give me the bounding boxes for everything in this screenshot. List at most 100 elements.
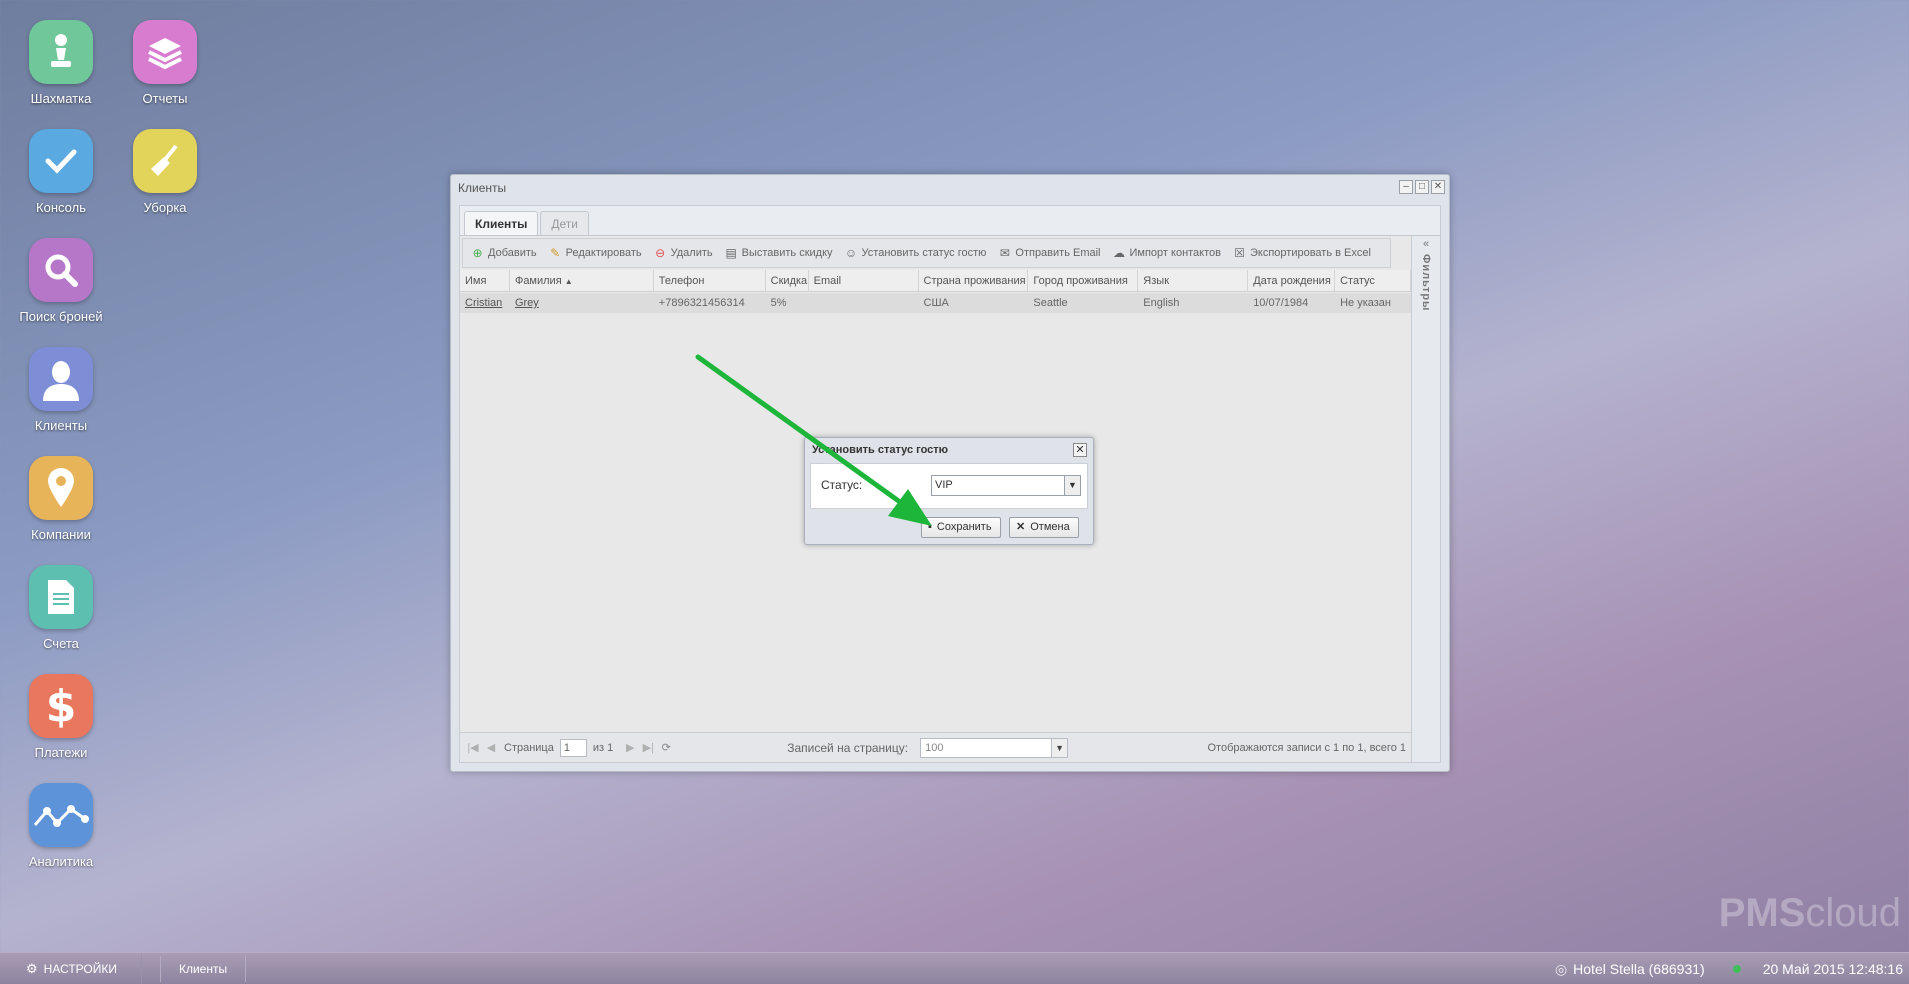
checkmark-icon <box>29 129 93 193</box>
pager: |◀ ◀ Страница 1 из 1 ▶ ▶| ⟳ Записей на с… <box>460 732 1411 762</box>
per-page-label: Записей на страницу: <box>787 740 909 755</box>
window-title: Клиенты <box>458 181 507 195</box>
cancel-button[interactable]: ✕ Отмена <box>1009 517 1079 538</box>
globe-icon: ◎ <box>1554 960 1568 977</box>
export-excel-button[interactable]: ☒ Экспортировать в Excel <box>1233 246 1371 260</box>
maximize-icon[interactable]: □ <box>1415 180 1429 194</box>
desktop-icon-label: Уборка <box>143 200 187 215</box>
desktop-icon-otchety[interactable]: Отчеты <box>105 20 225 106</box>
delete-button[interactable]: ⊖ Удалить <box>654 246 713 260</box>
column-header-city[interactable]: Город проживания <box>1028 270 1139 291</box>
next-page-icon[interactable]: ▶ <box>621 741 639 754</box>
status-select[interactable]: VIP ▼ <box>931 475 1081 496</box>
taskbar-item-clients[interactable]: Клиенты <box>159 955 247 982</box>
desktop-icon-kompanii[interactable]: Компании <box>1 456 121 542</box>
settings-button[interactable]: ⚙ НАСТРОЙКИ <box>0 953 142 984</box>
column-header-email[interactable]: Email <box>809 270 919 291</box>
desktop-icon-scheta[interactable]: Счета <box>1 565 121 651</box>
desktop-icon-klienty[interactable]: Клиенты <box>1 347 121 433</box>
line-chart-icon <box>29 783 93 847</box>
desktop-icon-platezhi[interactable]: $ Платежи <box>1 674 121 760</box>
save-button[interactable]: ▪ Сохранить <box>921 517 1001 538</box>
document-icon <box>29 565 93 629</box>
add-icon: ⊕ <box>472 246 483 260</box>
close-x-icon: ✕ <box>1016 521 1026 533</box>
smiley-icon: ☺ <box>844 246 858 260</box>
hotel-indicator[interactable]: ◎ Hotel Stella (686931) <box>1555 961 1705 978</box>
grid-header: Имя Фамилия ▲ Телефон Скидка Email Стран… <box>460 270 1412 292</box>
add-button[interactable]: ⊕ Добавить <box>471 246 536 260</box>
desktop-icon-label: Консоль <box>36 200 86 215</box>
tab-bar: Клиенты Дети <box>460 206 1440 236</box>
set-status-dialog: Установить статус гостю ✕ Статус: VIP ▼ … <box>804 437 1094 545</box>
gear-icon: ⚙ <box>26 960 38 976</box>
desktop-icon-label: Поиск броней <box>19 309 103 324</box>
books-icon <box>133 20 197 84</box>
chevron-down-icon[interactable]: ▼ <box>1051 738 1068 757</box>
column-header-status[interactable]: Статус <box>1335 270 1412 291</box>
table-row[interactable]: Cristian Grey +7896321456314 5% США Seat… <box>460 293 1411 313</box>
broom-icon <box>133 129 197 193</box>
cell-discount: 5% <box>770 297 787 309</box>
column-header-phone[interactable]: Телефон <box>654 270 766 291</box>
column-header-country[interactable]: Страна проживания <box>919 270 1029 291</box>
import-contacts-button[interactable]: ☁ Импорт контактов <box>1113 246 1221 260</box>
prev-page-icon[interactable]: ◀ <box>482 741 500 754</box>
desktop-icon-shahmatka[interactable]: Шахматка <box>1 20 121 106</box>
column-header-name[interactable]: Имя <box>460 270 510 291</box>
chess-pawn-icon <box>29 20 93 84</box>
cell-status: Не указан <box>1340 297 1391 309</box>
person-icon <box>29 347 93 411</box>
desktop-icon-label: Компании <box>31 527 91 542</box>
page-input[interactable]: 1 <box>559 738 587 757</box>
column-header-surname[interactable]: Фамилия ▲ <box>510 270 654 291</box>
cell-name[interactable]: Cristian <box>460 293 510 313</box>
set-status-button[interactable]: ☺ Установить статус гостю <box>845 246 987 260</box>
edit-button[interactable]: ✎ Редактировать <box>549 246 642 260</box>
tab-children[interactable]: Дети <box>540 211 589 235</box>
save-icon: ▪ <box>928 521 932 533</box>
minus-circle-icon: ⊖ <box>655 246 666 260</box>
pms-cloud-logo: PMScloud <box>1718 891 1901 935</box>
send-email-button[interactable]: ✉ Отправить Email <box>998 246 1101 260</box>
desktop-icon-analitika[interactable]: Аналитика <box>1 783 121 869</box>
close-icon[interactable]: ✕ <box>1073 443 1087 457</box>
status-label: Статус: <box>821 478 863 492</box>
filters-label: Фильтры <box>1420 254 1432 312</box>
cell-phone: +7896321456314 <box>658 297 745 309</box>
window-title-bar[interactable]: Клиенты – □ ✕ <box>451 175 1449 201</box>
cell-email <box>809 293 919 313</box>
cloud-upload-icon: ☁ <box>1113 246 1125 260</box>
column-header-birthdate[interactable]: Дата рождения <box>1248 270 1336 291</box>
cell-language: English <box>1143 297 1180 309</box>
desktop-icon-poisk-broney[interactable]: Поиск броней <box>1 238 121 324</box>
desktop-icon-label: Отчеты <box>142 91 188 106</box>
chevron-down-icon[interactable]: ▼ <box>1064 476 1080 495</box>
collapse-icon[interactable]: « <box>1412 238 1440 250</box>
excel-icon: ☒ <box>1234 246 1245 260</box>
refresh-icon[interactable]: ⟳ <box>657 741 675 754</box>
column-header-discount[interactable]: Скидка <box>766 270 809 291</box>
desktop-icon-label: Счета <box>43 636 79 651</box>
map-pin-icon <box>29 456 93 520</box>
cell-city: Seattle <box>1033 297 1068 309</box>
first-page-icon[interactable]: |◀ <box>464 741 482 754</box>
cell-surname[interactable]: Grey <box>510 293 654 313</box>
dialog-form: Статус: VIP ▼ <box>810 463 1088 509</box>
cell-birthdate: 10/07/1984 <box>1253 297 1309 309</box>
close-icon[interactable]: ✕ <box>1431 180 1445 194</box>
filters-panel[interactable]: « Фильтры <box>1412 236 1440 762</box>
tab-clients[interactable]: Клиенты <box>464 211 539 235</box>
discount-button[interactable]: ▤ Выставить скидку <box>725 246 832 260</box>
page-count: из 1 <box>592 741 614 754</box>
dialog-title: Установить статус гостю <box>812 444 949 456</box>
page-label: Страница <box>504 741 554 754</box>
desktop-icon-label: Клиенты <box>34 418 88 433</box>
last-page-icon[interactable]: ▶| <box>639 741 657 754</box>
desktop-icon-konsol[interactable]: Консоль <box>1 129 121 215</box>
per-page-select[interactable]: 100 ▼ <box>920 737 1069 758</box>
desktop-icon-uborka[interactable]: Уборка <box>105 129 225 215</box>
desktop-icon-label: Платежи <box>34 745 88 760</box>
minimize-icon[interactable]: – <box>1399 180 1413 194</box>
column-header-language[interactable]: Язык <box>1138 270 1249 291</box>
